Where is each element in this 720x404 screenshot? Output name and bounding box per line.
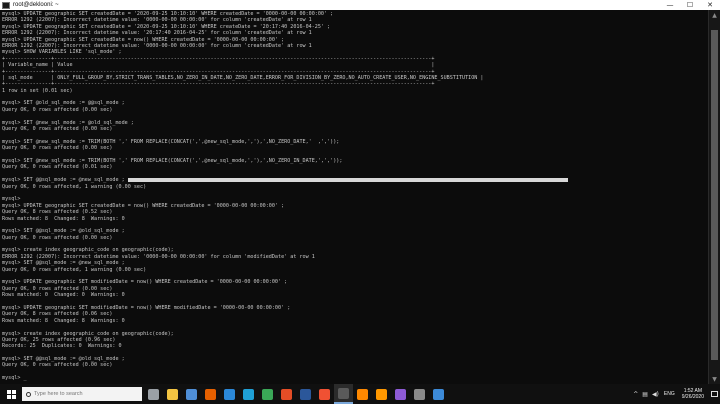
html5-icon bbox=[281, 388, 292, 400]
notification-center-button[interactable] bbox=[708, 384, 720, 404]
taskbar-app-button[interactable] bbox=[182, 384, 201, 404]
clock-date: 9/26/2020 bbox=[681, 394, 704, 400]
taskbar-app-button[interactable] bbox=[372, 384, 391, 404]
taskbar-app-button[interactable] bbox=[429, 384, 448, 404]
photos-icon bbox=[433, 388, 444, 400]
window-controls: — ☐ ✕ bbox=[660, 0, 720, 10]
taskbar: ^ ▤ ◀) ENG 1:52 AM 9/26/2020 bbox=[0, 384, 720, 404]
firefox-icon bbox=[205, 388, 216, 400]
taskbar-app-button[interactable] bbox=[258, 384, 277, 404]
terminal-app-icon bbox=[2, 1, 10, 9]
git-icon bbox=[319, 388, 330, 400]
scrollbar-thumb[interactable] bbox=[711, 30, 718, 360]
volume-icon[interactable]: ◀) bbox=[652, 391, 659, 398]
start-button[interactable] bbox=[0, 384, 22, 404]
vertical-scrollbar[interactable]: ▲ ▼ bbox=[708, 10, 720, 384]
terminal-line: mysql> _ bbox=[2, 375, 27, 382]
taskbar-app-button[interactable] bbox=[277, 384, 296, 404]
taskbar-app-button[interactable] bbox=[334, 384, 353, 404]
taskbar-app-button[interactable] bbox=[201, 384, 220, 404]
taskbar-apps bbox=[144, 384, 448, 404]
close-button[interactable]: ✕ bbox=[700, 0, 720, 10]
scroll-up-icon[interactable]: ▲ bbox=[709, 10, 720, 20]
scroll-down-icon[interactable]: ▼ bbox=[709, 374, 720, 384]
text-selection-highlight bbox=[128, 178, 568, 182]
taskbar-app-button[interactable] bbox=[220, 384, 239, 404]
window-titlebar[interactable]: root@deklooni: ~ — ☐ ✕ bbox=[0, 0, 720, 10]
window-title: root@deklooni: ~ bbox=[13, 2, 59, 8]
language-indicator[interactable]: ENG bbox=[664, 391, 675, 397]
vlc-icon bbox=[357, 388, 368, 400]
terminal-output[interactable]: mysql> UPDATE geographic SET createdDate… bbox=[0, 10, 720, 384]
maximize-button[interactable]: ☐ bbox=[680, 0, 700, 10]
word-icon bbox=[300, 388, 311, 400]
file-explorer-icon bbox=[167, 388, 178, 400]
minimize-button[interactable]: — bbox=[660, 0, 680, 10]
app-icon bbox=[395, 388, 406, 400]
show-hidden-icons-icon[interactable]: ^ bbox=[633, 391, 638, 398]
taskbar-app-button[interactable] bbox=[296, 384, 315, 404]
settings-icon bbox=[414, 388, 425, 400]
task-view-icon bbox=[148, 388, 159, 400]
taskbar-app-button[interactable] bbox=[391, 384, 410, 404]
taskbar-search[interactable] bbox=[22, 387, 142, 401]
search-input[interactable] bbox=[34, 391, 134, 397]
edge-icon bbox=[243, 388, 254, 400]
mail-icon bbox=[224, 388, 235, 400]
sublime-icon bbox=[376, 388, 387, 400]
search-icon bbox=[26, 391, 31, 397]
taskbar-app-button[interactable] bbox=[144, 384, 163, 404]
taskbar-app-button[interactable] bbox=[353, 384, 372, 404]
taskbar-app-button[interactable] bbox=[163, 384, 182, 404]
windows-logo-icon bbox=[6, 389, 16, 399]
notification-icon bbox=[710, 391, 718, 397]
clock[interactable]: 1:52 AM 9/26/2020 bbox=[682, 388, 704, 400]
chrome-icon bbox=[262, 388, 273, 400]
terminal-icon bbox=[338, 387, 349, 399]
store-icon bbox=[186, 388, 197, 400]
taskbar-app-button[interactable] bbox=[315, 384, 334, 404]
taskbar-app-button[interactable] bbox=[239, 384, 258, 404]
taskbar-app-button[interactable] bbox=[410, 384, 429, 404]
system-tray: ^ ▤ ◀) ENG 1:52 AM 9/26/2020 bbox=[631, 384, 720, 404]
terminal-lines: mysql> UPDATE geographic SET createdDate… bbox=[2, 11, 706, 382]
network-icon[interactable]: ▤ bbox=[642, 391, 648, 398]
